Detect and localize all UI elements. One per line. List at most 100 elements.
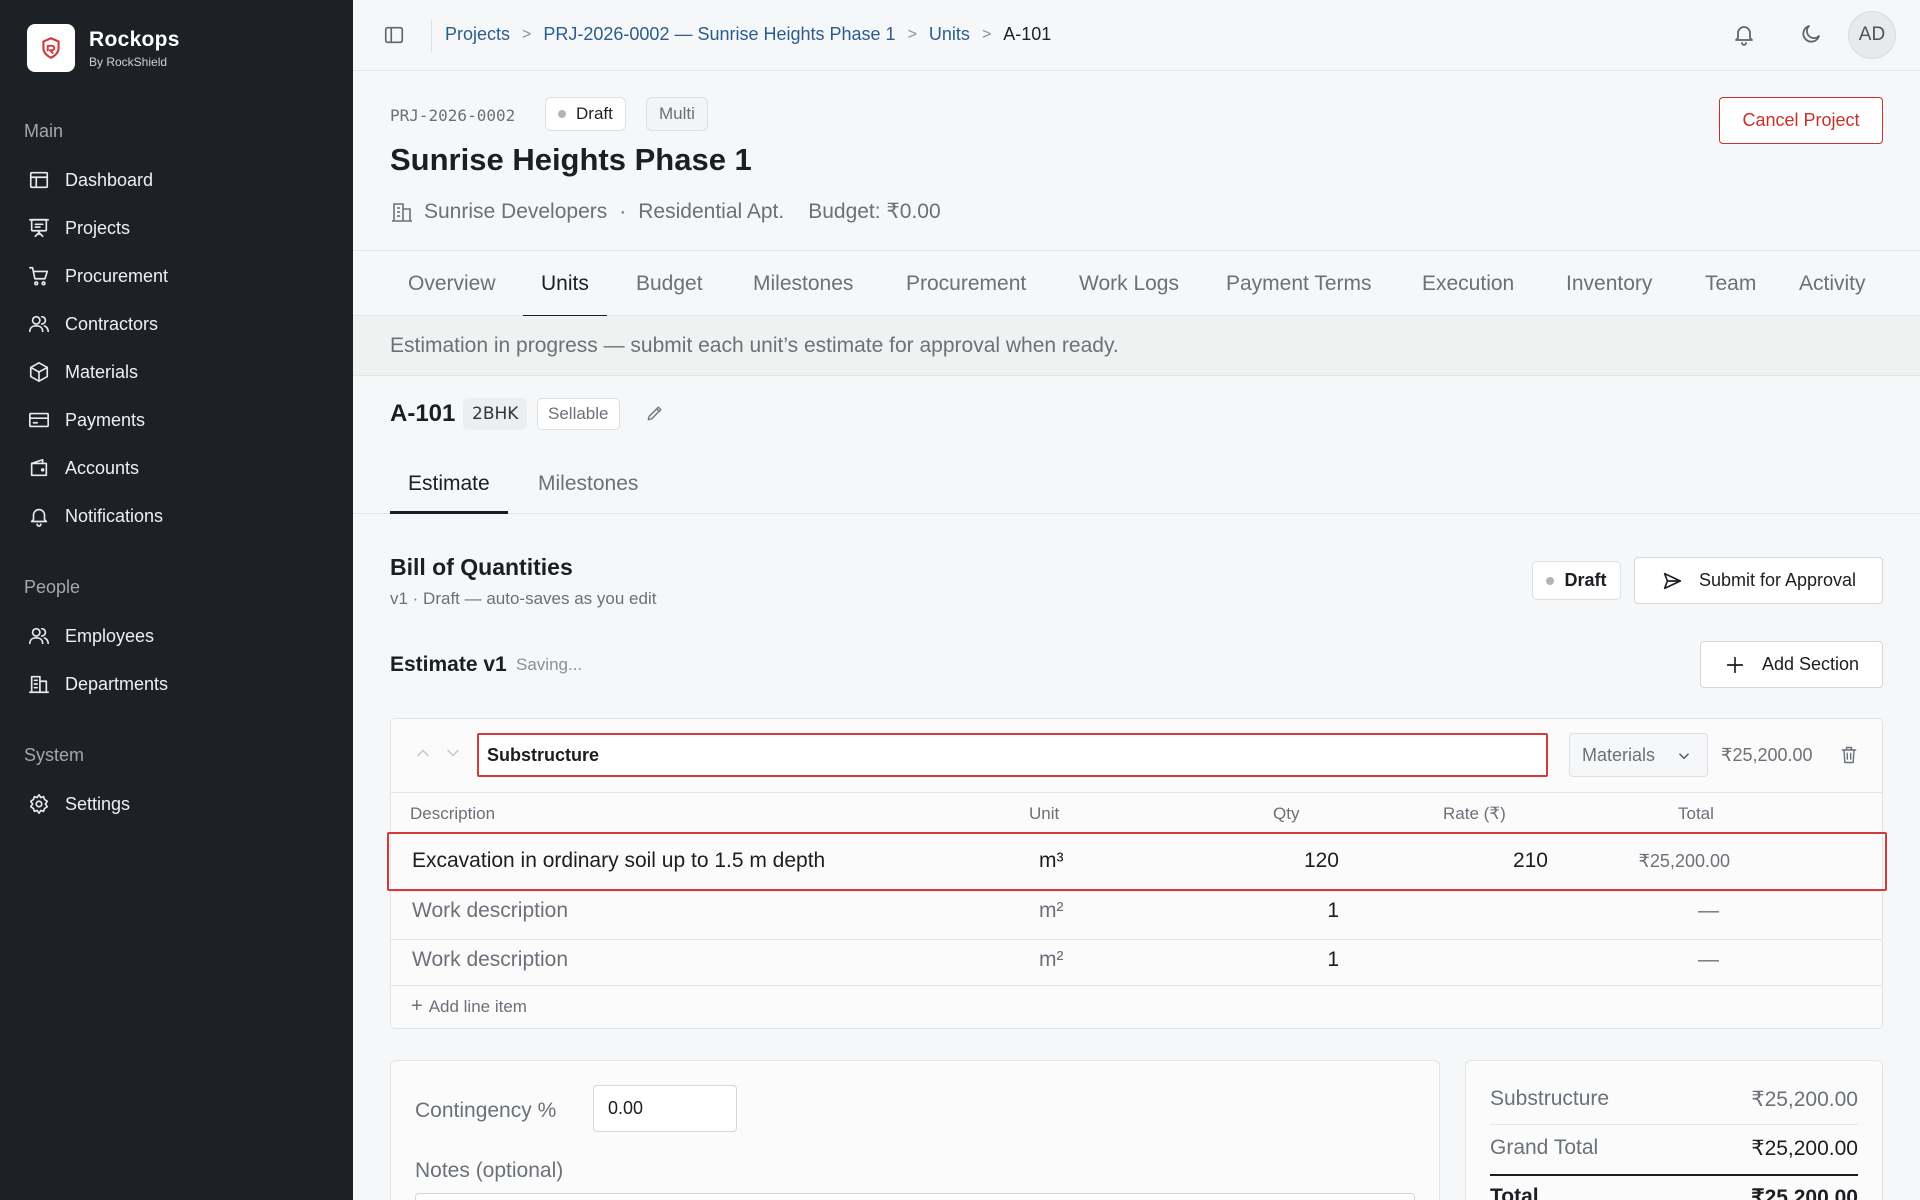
row-3-unit-select[interactable]: m² [1039,948,1064,972]
brand-subtitle: By RockShield [89,54,168,69]
row-2-qty-input[interactable]: 1 [1259,899,1339,923]
tab-milestones[interactable]: Milestones [753,251,853,317]
contingency-label: Contingency % [415,1099,557,1122]
subtab-estimate[interactable]: Estimate [390,455,508,514]
submit-label: Submit for Approval [1698,570,1857,590]
sidebar-item-dashboard[interactable]: Dashboard [27,166,153,194]
section-reorder [413,743,473,763]
unit-sellable-badge: Sellable [537,398,620,430]
add-line-item-label: Add line item [428,996,527,1016]
avatar[interactable]: AD [1848,11,1896,59]
add-line-item-button[interactable]: + Add line item [411,995,527,1018]
tab-work-logs[interactable]: Work Logs [1079,251,1179,317]
sidebar-item-projects[interactable]: Projects [27,214,130,242]
sidebar-item-procurement[interactable]: Procurement [27,262,168,290]
chevron-down-icon [1679,753,1689,760]
row-1-rate-input[interactable]: 210 [1468,849,1548,873]
chevron-down-icon[interactable] [443,743,463,763]
row-2-unit-select[interactable]: m² [1039,899,1064,923]
column-header-description: Description [410,804,496,823]
unit-subtabs: Estimate Milestones [353,455,1920,514]
brand-name: Rockops [89,27,180,51]
subtab-milestones[interactable]: Milestones [538,455,638,513]
breadcrumb-project[interactable]: PRJ-2026-0002 — Sunrise Heights Phase 1 [543,24,895,45]
status-dot [1546,576,1555,585]
column-header-qty: Qty [1273,804,1300,823]
summary-total-value: ₹25,200.00 [1751,1186,1858,1200]
bell-icon [27,504,51,528]
summary-value: ₹25,200.00 [1751,1137,1858,1160]
chevron-right-icon: > [907,25,917,43]
projects-icon [27,216,51,240]
dark-mode-moon-icon[interactable] [1799,22,1825,48]
rockops-logo-icon [27,24,75,72]
row-1-unit-select[interactable]: m³ [1039,849,1064,873]
divider [391,792,1882,793]
chevron-right-icon: > [981,25,992,43]
breadcrumb-units[interactable]: Units [929,24,970,45]
boq-section-card: Substructure Materials ₹25,200.00 Descri… [387,718,1887,1029]
tab-activity[interactable]: Activity [1799,251,1866,317]
building-icon [27,672,51,696]
project-meta: Sunrise Developers · Residential Apt. Bu… [390,199,941,224]
sidebar-item-settings[interactable]: Settings [27,790,130,818]
project-code: PRJ-2026-0002 [390,106,516,125]
notes-textarea[interactable] [415,1193,1415,1200]
section-type-select[interactable]: Materials [1569,733,1708,777]
notifications-bell-icon[interactable] [1732,22,1758,48]
tab-payment-terms[interactable]: Payment Terms [1226,251,1372,317]
tab-overview[interactable]: Overview [408,251,496,317]
submit-for-approval-button[interactable]: Submit for Approval [1634,557,1883,604]
breadcrumb-projects[interactable]: Projects [445,24,510,45]
brand[interactable]: Rockops By RockShield [27,24,180,72]
row-2-description-input[interactable]: Work description [412,899,568,923]
project-status-badge: Draft [545,97,626,131]
cancel-project-button[interactable]: Cancel Project [1719,97,1883,144]
sidebar-item-label: Accounts [65,457,140,478]
column-header-rate: Rate (₹) [1443,804,1506,823]
users-icon [27,624,51,648]
contingency-input[interactable]: 0.00 [593,1085,737,1132]
column-header-unit: Unit [1029,804,1060,823]
tab-team[interactable]: Team [1705,251,1756,317]
tab-execution[interactable]: Execution [1422,251,1514,317]
estimate-save-status: Saving... [516,655,583,674]
tab-units[interactable]: Units [523,251,607,318]
plus-icon [1726,656,1744,673]
row-1-qty-input[interactable]: 120 [1259,849,1339,873]
tab-procurement[interactable]: Procurement [906,251,1026,317]
sidebar-item-label: Settings [65,793,131,814]
card-icon [27,408,51,432]
sidebar-item-label: Departments [65,673,169,694]
tab-budget[interactable]: Budget [636,251,703,317]
sidebar-item-payments[interactable]: Payments [27,406,145,434]
estimate-settings-card: Contingency % 0.00 Notes (optional) [390,1060,1440,1200]
topbar-divider [431,20,432,52]
sidebar-section-main: Main [24,121,64,141]
sidebar-toggle-icon[interactable] [383,24,407,48]
sidebar-section-people: People [24,577,81,597]
sidebar-item-label: Notifications [65,505,164,526]
add-section-button[interactable]: Add Section [1700,641,1883,688]
sidebar-item-employees[interactable]: Employees [27,622,154,650]
section-name-input[interactable]: Substructure [477,733,1548,777]
row-3-qty-input[interactable]: 1 [1259,948,1339,972]
boq-title: Bill of Quantities [390,554,573,580]
project-budget: Budget: ₹0.00 [808,200,941,223]
sidebar-item-departments[interactable]: Departments [27,670,168,698]
tab-inventory[interactable]: Inventory [1566,251,1652,317]
row-1-description-input[interactable]: Excavation in ordinary soil up to 1.5 m … [412,849,825,873]
sidebar-item-contractors[interactable]: Contractors [27,310,158,338]
sidebar-item-materials[interactable]: Materials [27,358,138,386]
trash-icon[interactable] [1839,745,1859,765]
estimate-title: Estimate v1 [390,653,507,676]
edit-pencil-icon[interactable] [645,403,667,425]
divider [391,939,1882,940]
sidebar-item-accounts[interactable]: Accounts [27,454,139,482]
boq-status-label: Draft [1564,570,1607,590]
divider [391,891,1882,892]
section-total: ₹25,200.00 [1721,745,1813,765]
chevron-up-icon[interactable] [413,743,433,763]
sidebar-item-notifications[interactable]: Notifications [27,502,163,530]
row-3-description-input[interactable]: Work description [412,948,568,972]
